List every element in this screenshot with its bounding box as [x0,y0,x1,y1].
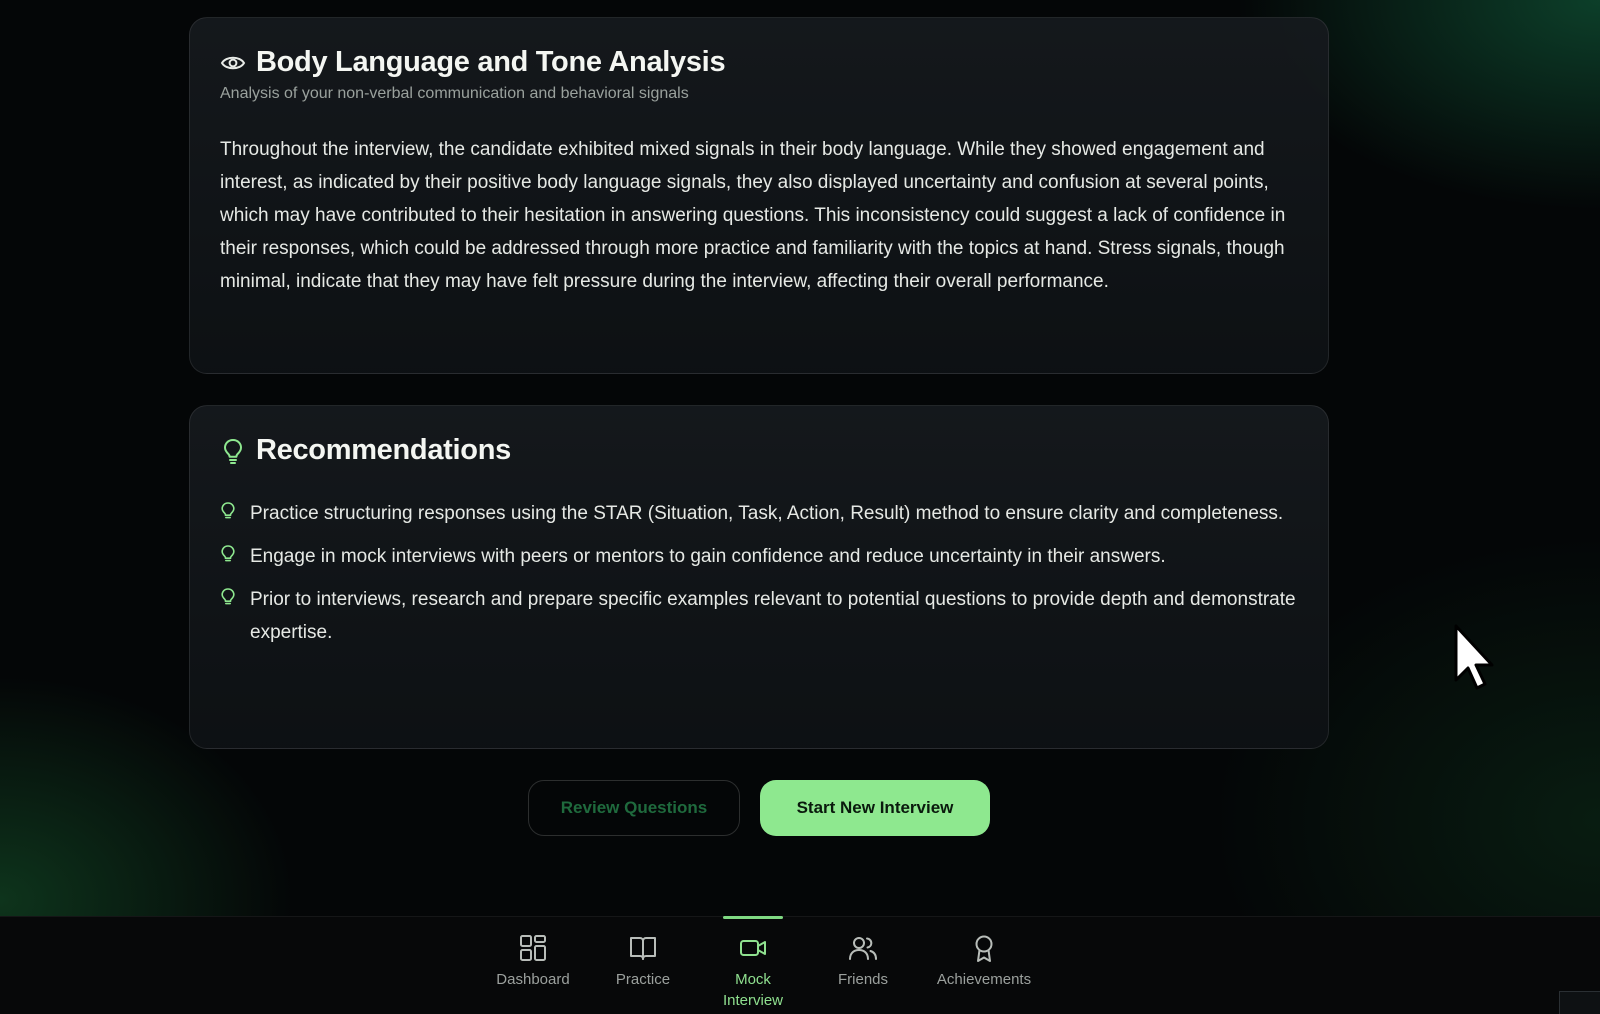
start-new-interview-button[interactable]: Start New Interview [760,780,990,836]
recommendations-header: Recommendations [220,434,1298,467]
award-icon [975,935,993,962]
recommendations-list: Practice structuring responses using the… [220,497,1298,649]
action-buttons: Review Questions Start New Interview [528,780,990,836]
recommendation-text: Practice structuring responses using the… [250,503,1284,524]
nav-item-mock-interview[interactable]: Mock Interview [698,916,808,1011]
app-screen: Body Language and Tone Analysis Analysis… [0,0,1600,1014]
lightbulb-icon [220,583,240,612]
nav-item-dashboard[interactable]: Dashboard [478,917,588,1011]
recommendations-card: Recommendations Practice structuring res… [189,405,1329,749]
list-item: Prior to interviews, research and prepar… [220,583,1298,649]
nav-label-mock-interview: Mock Interview [722,971,784,1009]
video-camera-icon [740,940,766,956]
recommendations-title: Recommendations [256,434,511,466]
body-language-header: Body Language and Tone Analysis [220,46,1298,79]
recommendation-text: Engage in mock interviews with peers or … [250,546,1166,567]
nav-label-practice: Practice [615,971,671,988]
nav-item-practice[interactable]: Practice [588,917,698,1011]
friends-icon [849,937,877,960]
lightbulb-icon [220,497,240,526]
recommendation-text: Prior to interviews, research and prepar… [250,589,1296,643]
nav-label-dashboard: Dashboard [496,971,570,988]
nav-item-achievements[interactable]: Achievements [918,917,1050,1011]
dashboard-grid-icon [520,935,546,961]
body-language-title: Body Language and Tone Analysis [256,46,726,78]
body-language-card: Body Language and Tone Analysis Analysis… [189,17,1329,374]
corner-widget [1559,991,1600,1014]
bottom-nav: Dashboard Practice Mock Interview Friend… [0,916,1600,1014]
mouse-cursor-icon [1454,624,1494,690]
eye-icon [220,50,246,76]
list-item: Engage in mock interviews with peers or … [220,540,1298,573]
lightbulb-icon [220,438,246,464]
active-tab-indicator [723,916,783,919]
body-language-text: Throughout the interview, the candidate … [220,139,1286,292]
nav-label-friends: Friends [837,971,889,988]
nav-item-friends[interactable]: Friends [808,917,918,1011]
nav-label-achievements: Achievements [936,971,1032,988]
lightbulb-icon [220,540,240,569]
review-questions-button[interactable]: Review Questions [528,780,740,836]
body-language-subtitle: Analysis of your non-verbal communicatio… [220,85,689,102]
bottom-nav-items: Dashboard Practice Mock Interview Friend… [478,916,1050,1011]
book-icon [630,937,656,960]
list-item: Practice structuring responses using the… [220,497,1298,530]
